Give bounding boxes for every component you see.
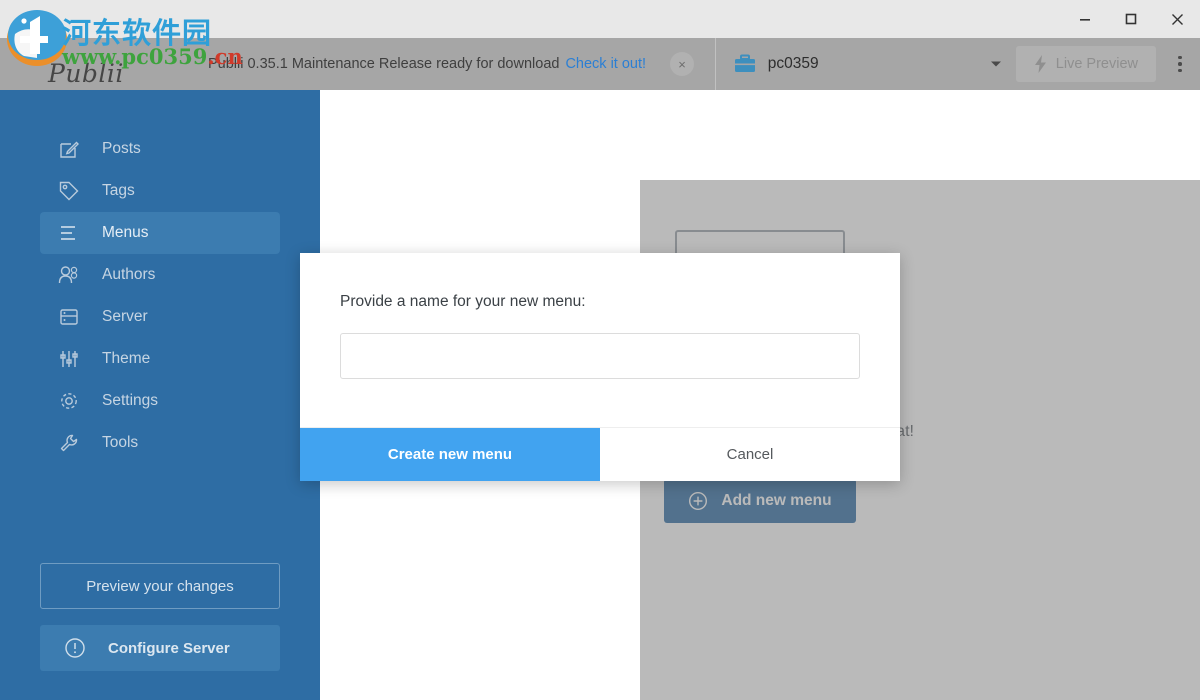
sidebar-item-label: Authors: [102, 266, 156, 283]
site-name: pc0359: [767, 55, 819, 72]
sidebar-item-label: Server: [102, 308, 148, 325]
dialog-footer: Create new menu Cancel: [300, 427, 900, 481]
maximize-button[interactable]: [1108, 0, 1154, 38]
cancel-button[interactable]: Cancel: [600, 428, 900, 481]
sidebar-nav: Posts Tags Menus Authors Server Theme Se…: [0, 90, 320, 464]
publii-wordmark: Publii: [48, 59, 124, 88]
sidebar-item-label: Theme: [102, 350, 151, 367]
chevron-down-icon: [990, 55, 1002, 73]
sidebar-item-settings[interactable]: Settings: [40, 380, 280, 422]
sidebar-item-label: Tags: [102, 182, 135, 199]
top-bar: Publii Publii 0.35.1 Maintenance Release…: [0, 38, 1200, 90]
minimize-icon: [1080, 19, 1090, 21]
notification-close-icon[interactable]: ×: [670, 52, 695, 76]
sidebar-item-label: Tools: [102, 434, 139, 451]
sidebar-item-tags[interactable]: Tags: [40, 170, 280, 212]
live-preview-label: Live Preview: [1055, 56, 1138, 72]
site-selector[interactable]: pc0359: [716, 38, 1016, 90]
preview-changes-button[interactable]: Preview your changes: [40, 563, 280, 609]
sidebar-item-server[interactable]: Server: [40, 296, 280, 338]
title-bar: [0, 0, 1200, 38]
briefcase-icon: [734, 54, 755, 72]
more-vertical-icon[interactable]: [1160, 38, 1200, 90]
gear-icon: [58, 390, 80, 412]
sidebar-item-menus[interactable]: Menus: [40, 212, 280, 254]
users-icon: [58, 264, 80, 286]
close-button[interactable]: [1154, 0, 1200, 38]
close-icon: [1171, 13, 1183, 25]
minimize-button[interactable]: [1062, 0, 1108, 38]
sidebar-item-label: Settings: [102, 392, 159, 409]
sidebar-item-label: Menus: [102, 224, 149, 241]
new-menu-dialog: Provide a name for your new menu: Create…: [300, 253, 900, 481]
server-icon: [58, 306, 80, 328]
menu-list-icon: [58, 222, 80, 244]
configure-server-label: Configure Server: [108, 639, 230, 657]
publii-app-window: Publii Publii 0.35.1 Maintenance Release…: [0, 0, 1200, 700]
sliders-icon: [58, 348, 80, 370]
live-preview-button[interactable]: Live Preview: [1015, 46, 1156, 82]
tag-icon: [58, 180, 80, 202]
configure-server-button[interactable]: Configure Server: [40, 625, 280, 671]
dialog-label: Provide a name for your new menu:: [340, 293, 586, 310]
dialog-body: Provide a name for your new menu:: [300, 253, 900, 427]
wrench-icon: [58, 432, 80, 454]
create-new-menu-button[interactable]: Create new menu: [300, 428, 600, 481]
app-brand: Publii: [0, 38, 200, 90]
sidebar: Posts Tags Menus Authors Server Theme Se…: [0, 90, 320, 700]
sidebar-item-tools[interactable]: Tools: [40, 422, 280, 464]
pencil-square-icon: [58, 138, 80, 160]
sidebar-item-theme[interactable]: Theme: [40, 338, 280, 380]
notification-banner: Publii 0.35.1 Maintenance Release ready …: [200, 52, 695, 76]
exclamation-circle-icon: [64, 637, 86, 659]
maximize-icon: [1125, 13, 1137, 25]
sidebar-item-label: Posts: [102, 140, 141, 157]
notification-message: Publii 0.35.1 Maintenance Release ready …: [208, 56, 560, 72]
menu-name-input[interactable]: [340, 333, 860, 379]
notification-link[interactable]: Check it out!: [565, 56, 646, 72]
lightning-bolt-icon: [1034, 55, 1046, 73]
sidebar-footer: Preview your changes Configure Server: [40, 563, 280, 671]
sidebar-item-authors[interactable]: Authors: [40, 254, 280, 296]
sidebar-item-posts[interactable]: Posts: [40, 128, 280, 170]
